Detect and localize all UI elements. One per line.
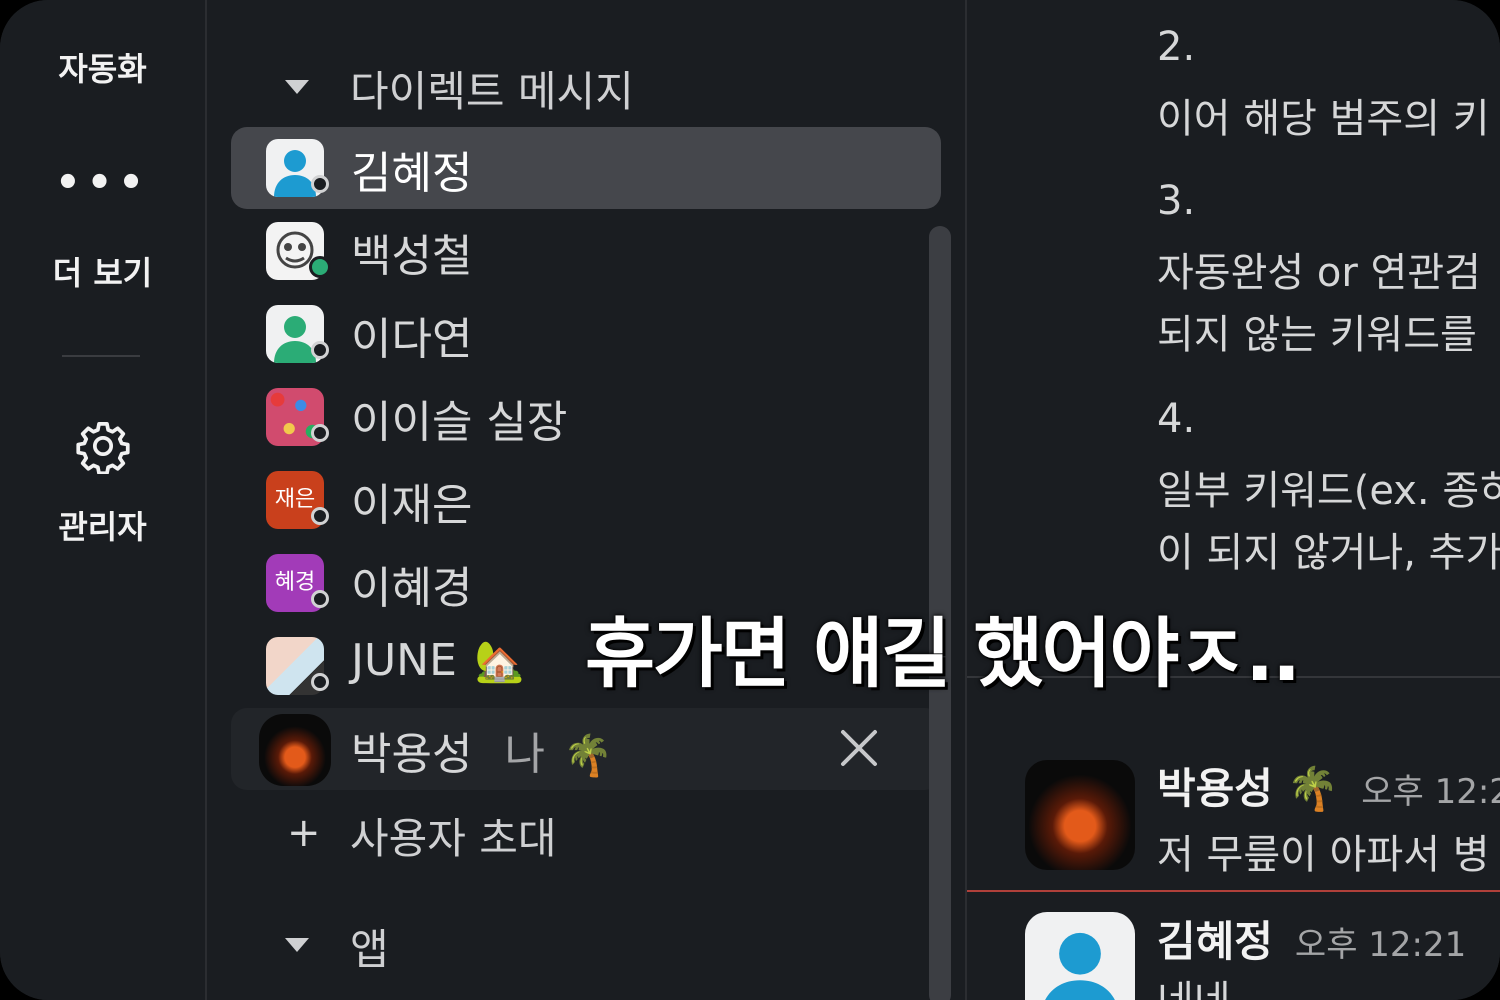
message-line: 이어 해당 범주의 키 — [1157, 96, 1490, 142]
apps-section-header[interactable]: 앱 — [350, 916, 389, 977]
dm-name: 이다연 — [351, 314, 473, 365]
dm-name: 이이슬 실장 — [351, 397, 568, 448]
close-icon[interactable] — [839, 728, 879, 768]
caret-down-icon[interactable] — [285, 80, 309, 94]
dm-name: 이재은 — [351, 480, 473, 531]
gear-icon — [75, 421, 130, 474]
message-body: 저 무릎이 아파서 병 — [1157, 832, 1490, 878]
dm-item-leejaeeun[interactable]: 재은 이재은 — [231, 459, 941, 541]
rail-admin-label: 관리자 — [58, 508, 147, 546]
palm-tree-emoji-icon: 🌴 — [1286, 764, 1340, 813]
dm-name-text: 박용성 — [351, 729, 473, 780]
dm-item-kimhyejeong[interactable]: 김혜정 — [231, 127, 941, 209]
rail-automation-label: 자동화 — [58, 50, 147, 88]
presence-away-indicator — [311, 507, 329, 525]
message-line: 이 되지 않거나, 추가 — [1157, 530, 1500, 576]
message-timestamp[interactable]: 오후 12:2 — [1361, 772, 1500, 812]
message-pane: 2. 이어 해당 범주의 키 3. 자동완성 or 연관검 되지 않는 키워드를… — [967, 0, 1500, 1000]
workspace-rail: 자동화 ••• 더 보기 관리자 — [0, 0, 207, 1000]
rail-admin[interactable]: 관리자 — [0, 418, 205, 548]
app-window: 자동화 ••• 더 보기 관리자 다이렉트 메시지 김혜정 백성철 이다연 이이… — [0, 0, 1500, 1000]
dm-name-text: JUNE — [351, 635, 457, 686]
message-line: 자동완성 or 연관검 — [1157, 250, 1481, 296]
video-caption: 휴가면 얘길 했어야ㅈ.. — [585, 609, 1301, 698]
presence-away-indicator — [311, 341, 329, 359]
rail-divider — [62, 355, 140, 357]
house-emoji-icon: 🏡 — [474, 639, 525, 685]
dm-name: JUNE 🏡 — [351, 635, 525, 686]
message-line: 일부 키워드(ex. 종히 — [1157, 468, 1500, 514]
rail-automation[interactable]: 자동화 — [0, 44, 205, 90]
dm-name: 이혜경 — [351, 563, 473, 614]
presence-away-indicator — [311, 673, 329, 691]
message-header: 김혜정 오후 12:21 — [1157, 908, 1466, 969]
rail-more-label: 더 보기 — [52, 254, 153, 292]
dm-name: 백성철 — [351, 231, 473, 282]
message-avatar[interactable] — [1025, 760, 1135, 870]
more-dots-icon: ••• — [55, 160, 150, 206]
message-line: 4. — [1157, 396, 1196, 442]
avatar — [259, 714, 331, 786]
dm-item-baekseongcheol[interactable]: 백성철 — [231, 210, 941, 292]
sender-name[interactable]: 김혜정 — [1157, 917, 1273, 966]
message-line: 되지 않는 키워드를 — [1157, 312, 1477, 358]
message-body: 네네 — [1157, 968, 1231, 1000]
channel-sidebar: 다이렉트 메시지 김혜정 백성철 이다연 이이슬 실장 재은 이재은 혜경 이혜… — [207, 0, 967, 1000]
palm-tree-emoji-icon: 🌴 — [562, 733, 613, 779]
message-timestamp[interactable]: 오후 12:21 — [1295, 925, 1466, 965]
invite-users-link[interactable]: 사용자 초대 — [350, 805, 557, 866]
dm-item-parkyongseong-self[interactable]: 박용성 나 🌴 — [231, 708, 941, 790]
sender-name[interactable]: 박용성 — [1157, 764, 1273, 813]
presence-away-indicator — [311, 590, 329, 608]
caret-down-icon[interactable] — [285, 938, 309, 952]
dm-item-leeiseul[interactable]: 이이슬 실장 — [231, 376, 941, 458]
rail-more[interactable]: ••• 더 보기 — [0, 160, 205, 294]
presence-online-indicator — [309, 256, 331, 278]
message-header: 박용성 🌴 오후 12:2 — [1157, 755, 1500, 816]
dm-name: 김혜정 — [351, 148, 473, 199]
new-messages-line — [967, 890, 1500, 892]
message-avatar[interactable] — [1025, 912, 1135, 1000]
plus-icon[interactable]: + — [287, 810, 321, 856]
message-line: 3. — [1157, 178, 1196, 224]
presence-away-indicator — [311, 175, 329, 193]
dm-name: 박용성 나 🌴 — [351, 718, 613, 782]
dm-item-leedayeon[interactable]: 이다연 — [231, 293, 941, 375]
presence-away-indicator — [311, 424, 329, 442]
message-line: 2. — [1157, 24, 1196, 70]
self-tag: 나 — [504, 729, 545, 780]
dm-section-header[interactable]: 다이렉트 메시지 — [350, 58, 634, 119]
